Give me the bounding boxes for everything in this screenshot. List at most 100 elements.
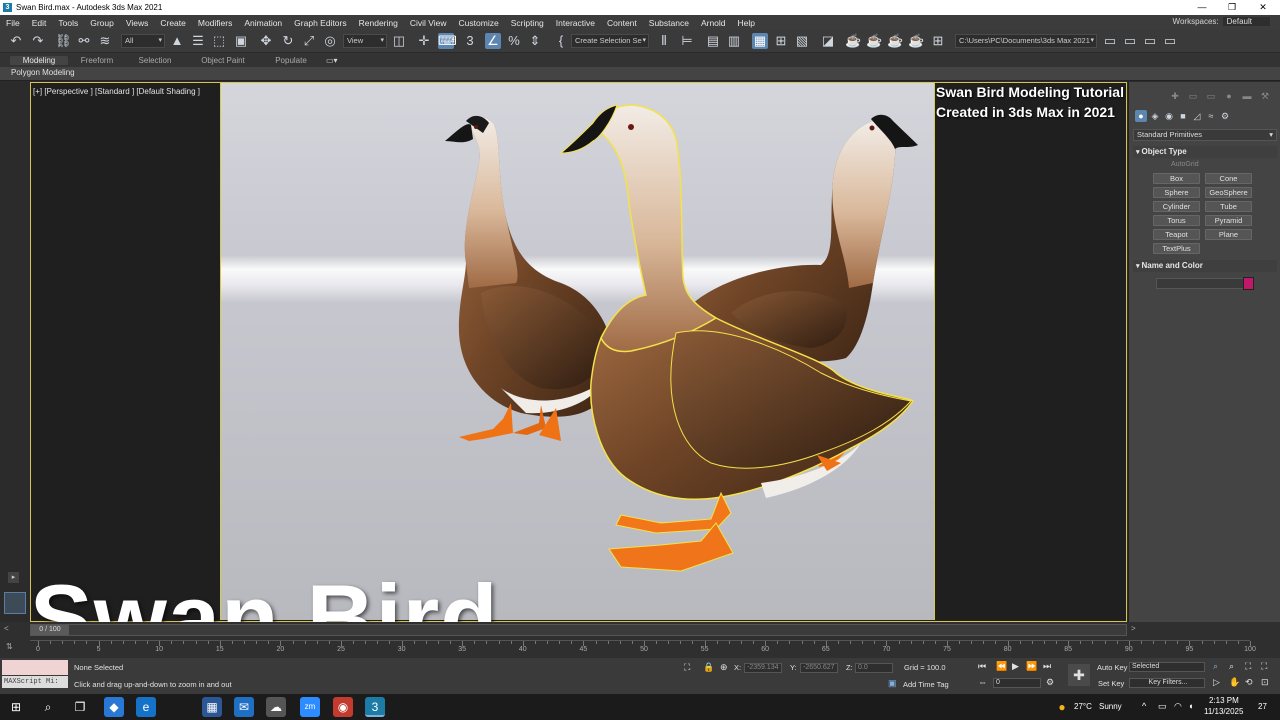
selection-filter-dropdown[interactable]: All [121, 34, 165, 48]
material-editor-icon[interactable]: ▧ [794, 33, 810, 49]
maximize-viewport-icon[interactable]: ⊡ [1261, 677, 1269, 688]
menu-graph-editors[interactable]: Graph Editors [288, 18, 352, 28]
select-object-icon[interactable]: ▲ [169, 33, 185, 49]
select-manipulate-icon[interactable]: ✛ [416, 33, 432, 49]
edit-named-sel-icon[interactable]: { [553, 33, 569, 49]
select-by-name-icon[interactable]: ☰ [190, 33, 206, 49]
expand-layout-icon[interactable]: ▸ [8, 572, 19, 583]
prev-key-icon[interactable]: ⏪ [996, 661, 1007, 672]
display-tab-icon[interactable]: ▬ [1241, 90, 1253, 102]
y-field[interactable]: -2650.627 [800, 663, 838, 673]
named-selection-dropdown[interactable]: Create Selection Se [571, 34, 649, 48]
frame-ruler[interactable]: 0 5 10 15 20 25 30 35 40 45 50 55 60 65 70 75 80 85 90 95 10… [30, 640, 1256, 654]
menu-content[interactable]: Content [601, 18, 643, 28]
new-project-icon[interactable]: ▭ [1142, 33, 1158, 49]
cylinder-button[interactable]: Cylinder [1153, 201, 1200, 212]
tab-modeling[interactable]: Modeling [10, 55, 68, 65]
unlink-icon[interactable]: ⚯ [76, 33, 92, 49]
volume-icon[interactable]: ◖ [1188, 701, 1193, 711]
toggle-ribbon-icon[interactable]: ▥ [726, 33, 742, 49]
menu-modifiers[interactable]: Modifiers [192, 18, 238, 28]
menu-customize[interactable]: Customize [453, 18, 505, 28]
set-key-big-button[interactable]: ✚ [1068, 664, 1090, 686]
render-production-icon[interactable]: ☕ [866, 33, 882, 49]
tube-button[interactable]: Tube [1205, 201, 1252, 212]
name-color-rollout[interactable]: Name and Color [1133, 260, 1277, 272]
spacewarps-icon[interactable]: ≈ [1205, 110, 1217, 122]
motion-tab-icon[interactable]: ● [1223, 90, 1235, 102]
schematic-view-icon[interactable]: ⊞ [773, 33, 789, 49]
tray-expand-icon[interactable]: ^ [1142, 701, 1146, 711]
edge-icon[interactable]: e [136, 697, 156, 717]
menu-arnold[interactable]: Arnold [695, 18, 732, 28]
sphere-button[interactable]: Sphere [1153, 187, 1200, 198]
chrome-icon[interactable]: ◉ [333, 697, 353, 717]
lock-selection-icon[interactable]: 🔒 [703, 662, 714, 673]
minimize-button[interactable]: — [1187, 0, 1217, 15]
menu-create[interactable]: Create [154, 18, 192, 28]
auto-key-button[interactable]: Auto Key [1097, 663, 1127, 672]
maximize-button[interactable]: ❐ [1217, 0, 1247, 15]
zoom-extents-icon[interactable]: ⛶ [1245, 661, 1251, 672]
ref-coord-dropdown[interactable]: View [343, 34, 387, 48]
menu-group[interactable]: Group [84, 18, 120, 28]
rect-selection-icon[interactable]: ⬚ [211, 33, 227, 49]
weather-text[interactable]: Sunny [1099, 702, 1122, 711]
zoom-all-icon[interactable]: ⌕ [1229, 661, 1234, 672]
object-color-swatch[interactable] [1243, 277, 1254, 290]
network-icon[interactable]: ▭ [1158, 701, 1167, 712]
ribbon-panel-label[interactable]: Polygon Modeling [11, 68, 75, 77]
goto-end-icon[interactable]: ⏭ [1043, 661, 1051, 672]
align-icon[interactable]: ⊨ [679, 33, 695, 49]
time-slider-handle[interactable]: 0 / 100 [31, 625, 69, 635]
viewport-label[interactable]: [+] [Perspective ] [Standard ] [Default … [33, 87, 200, 96]
rotate-icon[interactable]: ↻ [280, 33, 296, 49]
tab-object-paint[interactable]: Object Paint [184, 56, 262, 65]
menu-tools[interactable]: Tools [52, 18, 84, 28]
time-slider[interactable]: 0 / 100 [30, 624, 1127, 636]
tab-freeform[interactable]: Freeform [68, 56, 126, 65]
spinner-snap-icon[interactable]: ⇕ [527, 33, 543, 49]
search-icon[interactable]: ⌕ [38, 697, 58, 717]
link-icon[interactable]: ⛓ [55, 33, 72, 49]
ribbon-options-icon[interactable]: ▭▾ [326, 56, 338, 65]
viewport-layout-button[interactable] [4, 592, 26, 614]
textplus-button[interactable]: TextPlus [1153, 243, 1200, 254]
object-name-field[interactable] [1156, 278, 1244, 289]
percent-snap-icon[interactable]: % [506, 33, 522, 49]
geometry-icon[interactable]: ● [1135, 110, 1147, 122]
utilities-tab-icon[interactable]: ⚒ [1259, 90, 1271, 102]
weather-temp[interactable]: 27°C [1074, 702, 1092, 711]
notification-badge[interactable]: 27 [1258, 702, 1267, 711]
zoom-icon[interactable]: ⌕ [1213, 661, 1218, 672]
tab-populate[interactable]: Populate [262, 56, 320, 65]
pan-icon[interactable]: ✋ [1229, 677, 1240, 688]
layer-explorer-icon[interactable]: ▤ [705, 33, 721, 49]
windows-start-icon[interactable]: ⊞ [6, 697, 26, 717]
photos-icon[interactable]: ☁ [266, 697, 286, 717]
project-path-field[interactable]: C:\Users\PC\Documents\3ds Max 2021 [955, 34, 1097, 48]
task-view-icon[interactable]: ❐ [70, 697, 90, 717]
zoom-extents-all-icon[interactable]: ⛶ [1261, 661, 1267, 672]
autogrid-checkbox[interactable]: AutoGrid [1171, 161, 1199, 168]
mail-icon[interactable]: ✉ [234, 697, 254, 717]
lights-icon[interactable]: ◉ [1163, 110, 1175, 122]
menu-civil-view[interactable]: Civil View [404, 18, 453, 28]
menu-views[interactable]: Views [120, 18, 155, 28]
zoom-app-icon[interactable]: zm [300, 697, 320, 717]
store-icon[interactable]: ▦ [202, 697, 222, 717]
render-iterative-icon[interactable]: ☕ [887, 33, 903, 49]
current-frame-field[interactable]: 0 [993, 678, 1041, 688]
tab-selection[interactable]: Selection [126, 56, 184, 65]
render-setup-icon[interactable]: ◪ [820, 33, 836, 49]
isolate-icon[interactable]: ⛶ [684, 662, 690, 673]
x-field[interactable]: -2359.134 [744, 663, 782, 673]
snaps-toggle-icon[interactable]: 3 [462, 33, 478, 49]
menu-file[interactable]: File [0, 18, 26, 28]
menu-interactive[interactable]: Interactive [550, 18, 601, 28]
z-field[interactable]: 0.0 [855, 663, 893, 673]
helpers-icon[interactable]: ◿ [1191, 110, 1203, 122]
create-tab-icon[interactable]: ✚ [1169, 90, 1181, 102]
project-settings-icon[interactable]: ▭ [1162, 33, 1178, 49]
fov-icon[interactable]: ▷ [1213, 677, 1220, 688]
